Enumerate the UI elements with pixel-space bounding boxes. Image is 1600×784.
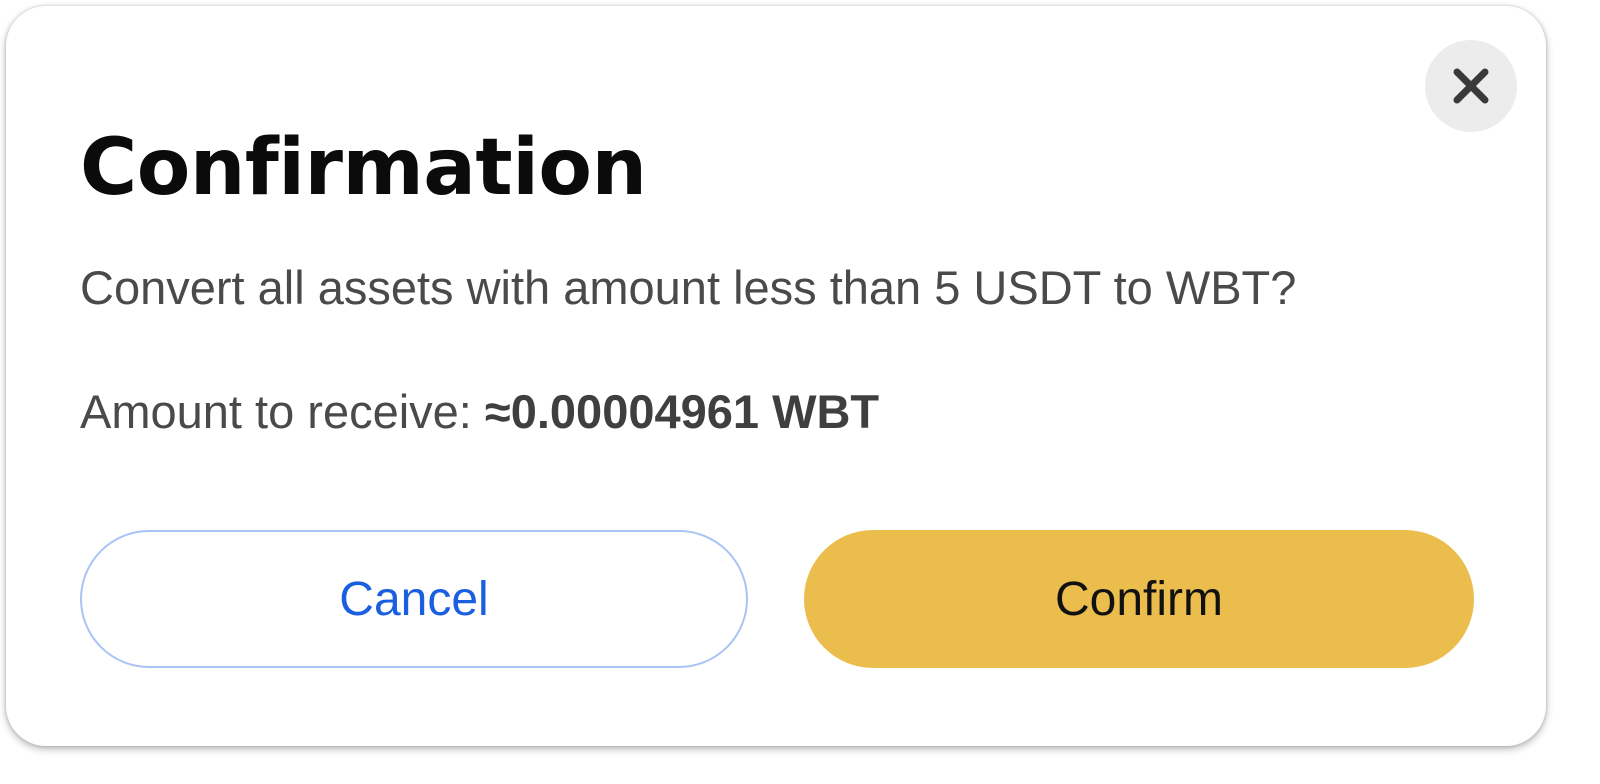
- confirm-button[interactable]: Confirm: [804, 530, 1474, 668]
- receive-line: Amount to receive: ≈0.00004961 WBT: [80, 382, 879, 442]
- dialog-message: Convert all assets with amount less than…: [80, 261, 1297, 314]
- receive-amount: ≈0.00004961 WBT: [484, 385, 880, 438]
- close-button[interactable]: [1425, 40, 1517, 132]
- dialog-title: Confirmation: [80, 123, 647, 213]
- confirmation-dialog: Confirmation Convert all assets with amo…: [6, 6, 1546, 746]
- close-icon: [1452, 67, 1490, 105]
- confirm-button-label: Confirm: [1054, 572, 1224, 626]
- cancel-button[interactable]: Cancel: [80, 530, 748, 668]
- receive-label: Amount to receive:: [80, 385, 472, 438]
- cancel-button-label: Cancel: [339, 572, 489, 626]
